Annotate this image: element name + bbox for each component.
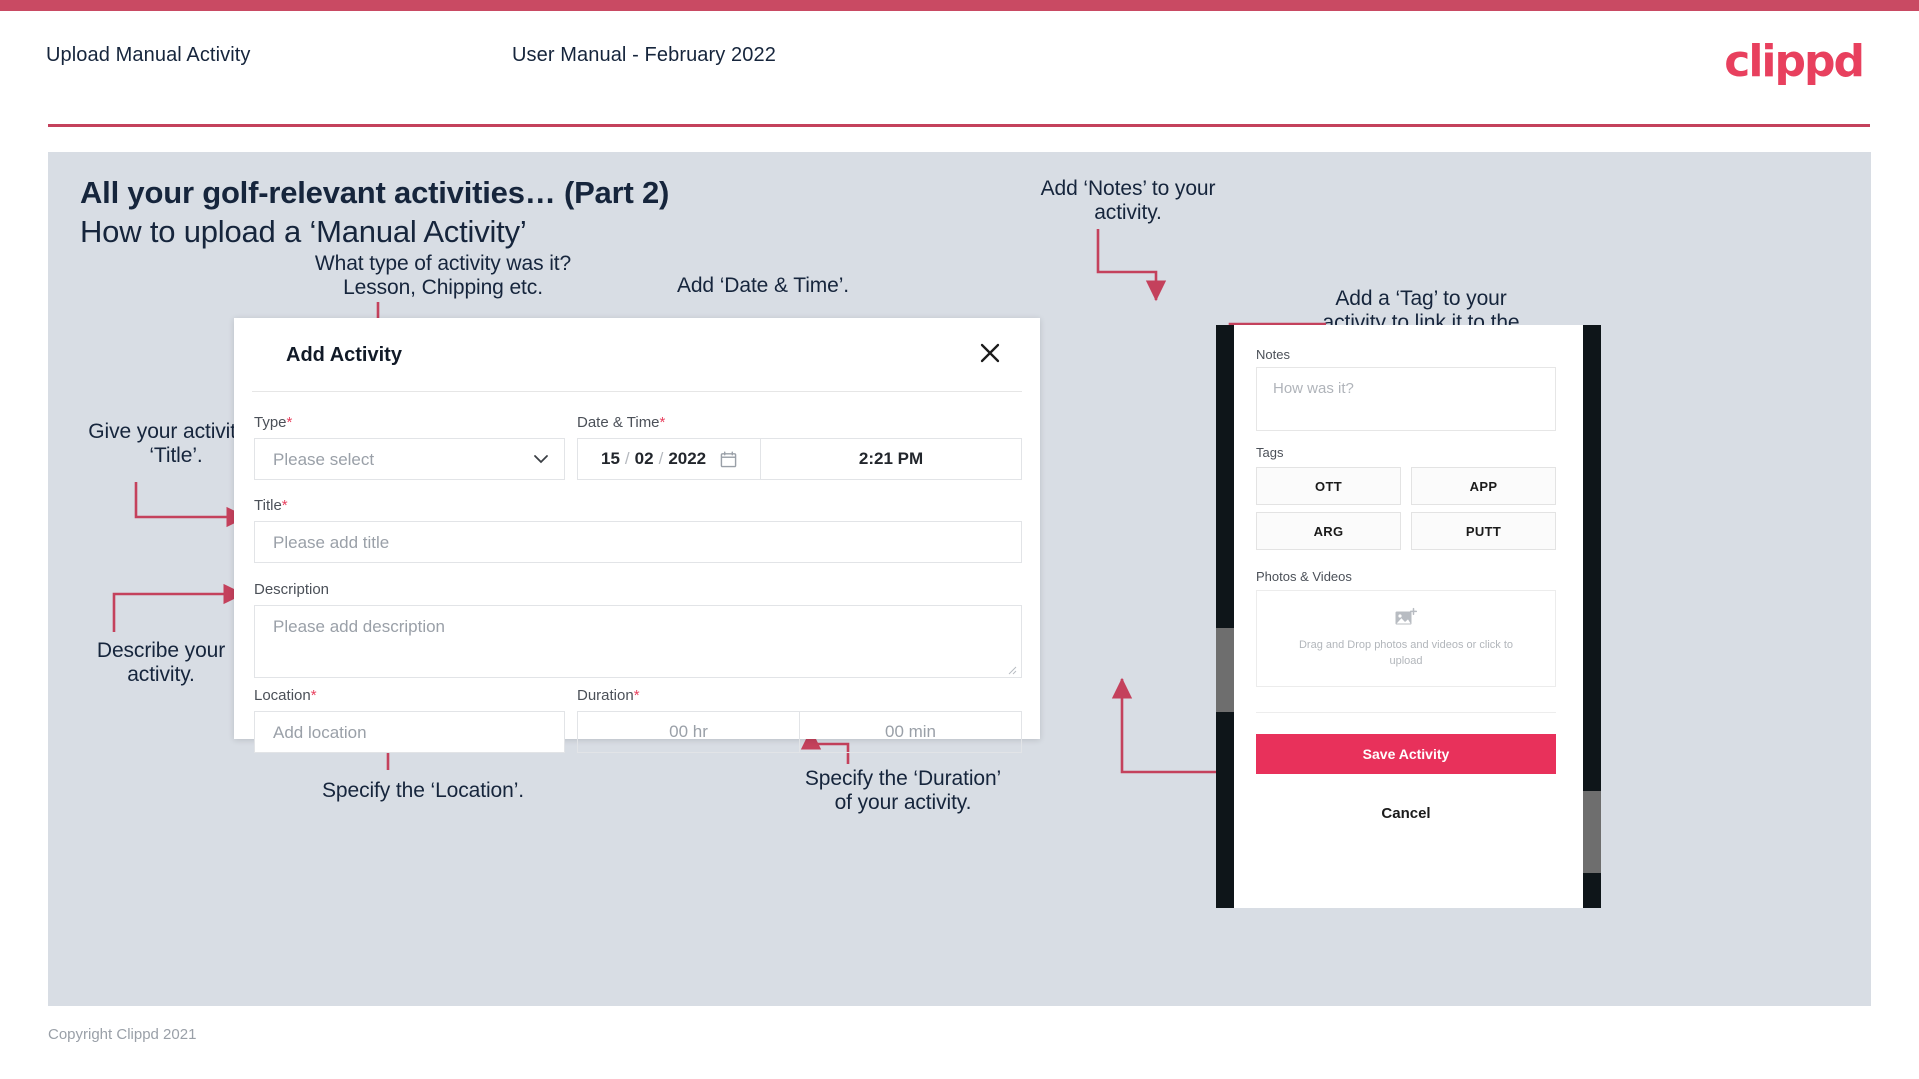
photo-dropzone[interactable]: Drag and Drop photos and videos or click… [1256,590,1556,687]
resize-grip-icon[interactable] [1007,665,1017,675]
slide-subtitle: How to upload a ‘Manual Activity’ [80,214,527,249]
header-subtitle: User Manual - February 2022 [512,44,776,66]
tag-option-arg[interactable]: ARG [1256,512,1401,550]
date-day: 15 [601,449,620,468]
notes-input[interactable]: How was it? [1256,367,1556,431]
page-title: Upload Manual Activity [46,44,251,66]
required-marker: * [281,497,288,514]
phone-screen: Notes How was it? Tags OTT APP ARG PUTT … [1234,325,1583,908]
phone-left-button [1216,628,1234,712]
duration-hours-input[interactable]: 00 hr [578,712,800,752]
description-textarea[interactable]: Please add description [254,605,1022,678]
duration-minutes-input[interactable]: 00 min [800,712,1021,752]
title-placeholder: Please add title [273,533,390,552]
required-marker: * [633,687,640,704]
annotation-notes: Add ‘Notes’ to your activity. [1040,177,1216,225]
location-input[interactable]: Add location [254,711,565,753]
tags-label: Tags [1256,445,1284,460]
time-input[interactable]: 2:21 PM [761,439,1021,479]
add-activity-dialog: Add Activity Type* Please select Date & … [234,318,1040,753]
duration-field: 00 hr 00 min [577,711,1022,753]
phone-mockup: Notes How was it? Tags OTT APP ARG PUTT … [1216,325,1601,908]
location-placeholder: Add location [273,723,367,742]
chevron-down-icon [534,455,548,464]
required-marker: * [286,414,293,431]
cancel-button[interactable]: Cancel [1256,805,1556,822]
date-input[interactable]: 15 / 02 / 2022 [578,439,761,479]
top-accent-bar [0,0,1919,11]
date-separator: / [658,449,664,468]
title-input[interactable]: Please add title [254,521,1022,563]
type-label: Type* [254,414,293,431]
close-icon[interactable] [973,336,1007,370]
dropzone-text: Drag and Drop photos and videos or click… [1298,638,1513,668]
date-time-label: Date & Time* [577,414,666,431]
date-month: 02 [634,449,654,468]
description-placeholder: Please add description [273,617,446,636]
date-time-field: 15 / 02 / 2022 2:21 PM [577,438,1022,480]
duration-label: Duration* [577,687,640,704]
slide-canvas: All your golf-relevant activities… (Part… [48,152,1871,1006]
time-value: 2:21 PM [858,449,924,468]
phone-left-bezel [1216,325,1234,908]
header-divider [48,124,1870,127]
location-label: Location* [254,687,317,704]
required-marker: * [310,687,317,704]
tag-option-putt[interactable]: PUTT [1411,512,1556,550]
dialog-title: Add Activity [286,344,402,366]
phone-divider [1256,712,1556,713]
description-label: Description [254,581,330,598]
tag-option-app[interactable]: APP [1411,467,1556,505]
dialog-divider [252,391,1022,392]
required-marker: * [659,414,666,431]
type-placeholder: Please select [273,450,375,469]
type-select[interactable]: Please select [254,438,565,480]
phone-right-bezel [1583,325,1601,908]
slide-title: All your golf-relevant activities… (Part… [80,175,670,210]
notes-placeholder: How was it? [1273,380,1354,397]
photos-label: Photos & Videos [1256,569,1352,584]
title-label: Title* [254,497,288,514]
annotation-type: What type of activity was it? Lesson, Ch… [314,252,572,300]
date-separator: / [624,449,630,468]
date-year: 2022 [668,449,707,468]
notes-label: Notes [1256,347,1290,362]
phone-right-button [1583,791,1601,873]
annotation-duration: Specify the ‘Duration’ of your activity. [804,767,1002,815]
annotation-location: Specify the ‘Location’. [322,779,524,802]
footer-copyright: Copyright Clippd 2021 [48,1026,197,1043]
save-activity-button[interactable]: Save Activity [1256,734,1556,774]
clippd-logo: clippd [1724,36,1865,87]
add-image-icon [1395,607,1418,624]
annotation-date-time: Add ‘Date & Time’. [676,274,850,297]
tag-option-ott[interactable]: OTT [1256,467,1401,505]
calendar-icon[interactable] [720,451,737,468]
